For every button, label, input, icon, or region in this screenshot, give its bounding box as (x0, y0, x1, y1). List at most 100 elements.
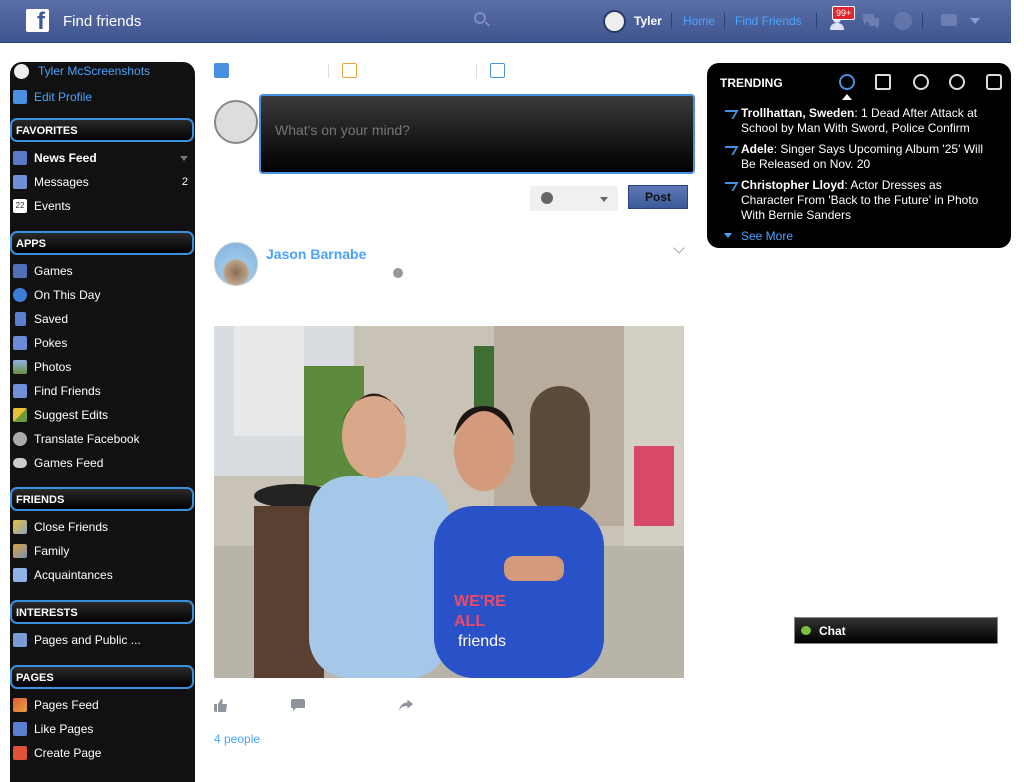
sidebar-profile-name: Tyler McScreenshots (38, 64, 151, 78)
trending-panel: TRENDING Trollhattan, Sweden: 1 Dead Aft… (707, 63, 1011, 248)
sidebar-item-news-feed[interactable]: News Feed (10, 147, 195, 169)
sidebar-item-translate-facebook[interactable]: Translate Facebook (10, 428, 195, 450)
sidebar-item-like-pages[interactable]: Like Pages (10, 718, 195, 740)
status-input[interactable] (275, 122, 675, 138)
trending-top-icon[interactable] (839, 74, 855, 90)
sidebar-item-label: Messages (34, 175, 89, 189)
messages-icon (13, 175, 27, 189)
page-title: Find friends (63, 13, 142, 30)
notifications-globe-icon[interactable] (894, 12, 912, 30)
section-header-friends: FRIENDS (10, 487, 194, 511)
globe-icon (541, 192, 553, 204)
sidebar-item-messages[interactable]: Messages 2 (10, 171, 195, 193)
section-header-pages: PAGES (10, 665, 194, 689)
user-name-link[interactable]: Tyler (634, 14, 662, 28)
calendar-icon: 22 (13, 199, 27, 213)
messages-icon[interactable] (861, 12, 881, 30)
trending-item[interactable]: Trollhattan, Sweden: 1 Dead After Attack… (741, 106, 997, 136)
left-sidebar: Tyler McScreenshots Edit Profile FAVORIT… (10, 62, 195, 782)
trending-arrow-icon (720, 110, 739, 119)
divider (724, 13, 725, 29)
divider (671, 13, 672, 29)
sidebar-profile[interactable]: Tyler McScreenshots (10, 60, 195, 82)
post-button[interactable]: Post (628, 185, 688, 209)
post-author-name[interactable]: Jason Barnabe (266, 246, 366, 262)
sidebar-item-find-friends[interactable]: Find Friends (10, 380, 195, 402)
share-icon[interactable] (399, 699, 413, 712)
privacy-selector-button[interactable] (530, 186, 618, 211)
home-link[interactable]: Home (683, 14, 715, 28)
sidebar-item-edit-profile[interactable]: Edit Profile (10, 86, 195, 108)
sidebar-item-label: Pages and Public ... (34, 633, 141, 647)
sidebar-item-games-feed[interactable]: Games Feed (10, 452, 195, 474)
acquaintances-icon (13, 568, 27, 582)
chat-status-icon (801, 626, 811, 635)
section-header-apps: APPS (10, 231, 194, 255)
sidebar-item-label: Close Friends (34, 520, 109, 534)
privacy-shortcuts-icon[interactable] (941, 14, 957, 26)
like-thumbs-up-icon[interactable] (214, 699, 228, 712)
sidebar-item-label: Games Feed (34, 456, 104, 470)
divider (922, 13, 923, 29)
post-author-avatar[interactable] (214, 242, 258, 286)
sidebar-item-events[interactable]: 22 Events (10, 195, 195, 217)
composer-box[interactable] (259, 94, 695, 174)
sidebar-item-family[interactable]: Family (10, 540, 195, 562)
section-header-interests: INTERESTS (10, 600, 194, 624)
sidebar-item-pages-feed[interactable]: Pages Feed (10, 694, 195, 716)
sidebar-item-label: Pages Feed (34, 698, 99, 712)
sidebar-item-close-friends[interactable]: Close Friends (10, 516, 195, 538)
comment-icon[interactable] (291, 699, 305, 712)
create-page-icon (13, 746, 27, 760)
sports-ball-icon[interactable] (949, 74, 965, 90)
facebook-logo-icon[interactable]: f (26, 9, 49, 32)
politics-building-icon[interactable] (875, 74, 891, 90)
photo-shirt-text: friends (458, 633, 506, 650)
divider (328, 64, 329, 78)
post-photo[interactable]: WE'RE ALL friends (214, 326, 684, 678)
sidebar-item-pokes[interactable]: Pokes (10, 332, 195, 354)
sidebar-item-pages-and-public[interactable]: Pages and Public ... (10, 629, 195, 651)
section-header-favorites: FAVORITES (10, 118, 194, 142)
post-likes-count[interactable]: 4 people (214, 732, 260, 746)
post-options-chevron-icon[interactable] (673, 242, 685, 254)
sidebar-item-label: Pokes (34, 336, 68, 350)
user-avatar[interactable] (603, 10, 626, 33)
find-friends-link[interactable]: Find Friends (735, 14, 802, 28)
top-bar: f Find friends Tyler Home Find Friends 9… (0, 0, 1011, 43)
status-tab-pencil-icon[interactable] (214, 63, 229, 78)
friend-requests-badge: 99+ (832, 6, 856, 20)
sidebar-item-label: Family (34, 544, 70, 558)
sidebar-item-on-this-day[interactable]: On This Day (10, 284, 195, 306)
chevron-down-icon[interactable] (180, 156, 188, 161)
science-atom-icon[interactable] (913, 74, 929, 90)
find-friends-icon (13, 384, 27, 398)
see-more-link[interactable]: See More (741, 229, 793, 243)
sidebar-item-saved[interactable]: Saved (10, 308, 195, 330)
divider (476, 64, 477, 78)
chat-bar[interactable]: Chat (794, 617, 998, 644)
sidebar-item-label: Suggest Edits (34, 408, 109, 422)
sidebar-item-create-page[interactable]: Create Page (10, 742, 195, 764)
globe-icon (13, 432, 27, 446)
games-icon (13, 264, 27, 278)
thumbs-up-icon (13, 722, 27, 736)
composer-avatar (214, 100, 258, 144)
sidebar-item-label: News Feed (34, 151, 97, 165)
entertainment-camera-icon[interactable] (986, 74, 1002, 90)
search-icon[interactable] (474, 12, 486, 24)
album-tab-icon[interactable] (490, 63, 505, 78)
selected-caret-icon (842, 94, 852, 100)
sidebar-item-label: Like Pages (34, 722, 94, 736)
post-photo-image: WE'RE ALL friends (214, 326, 684, 678)
sidebar-item-photos[interactable]: Photos (10, 356, 195, 378)
sidebar-item-games[interactable]: Games (10, 260, 195, 282)
trending-item[interactable]: Christopher Lloyd: Actor Dresses as Char… (741, 178, 997, 223)
sidebar-item-suggest-edits[interactable]: Suggest Edits (10, 404, 195, 426)
account-menu-caret-icon[interactable] (970, 18, 980, 24)
photo-tab-icon[interactable] (342, 63, 357, 78)
sidebar-item-acquaintances[interactable]: Acquaintances (10, 564, 195, 586)
sidebar-item-label: Acquaintances (34, 568, 113, 582)
bookmark-icon (15, 312, 26, 326)
trending-item[interactable]: Adele: Singer Says Upcoming Album '25' W… (741, 142, 997, 172)
